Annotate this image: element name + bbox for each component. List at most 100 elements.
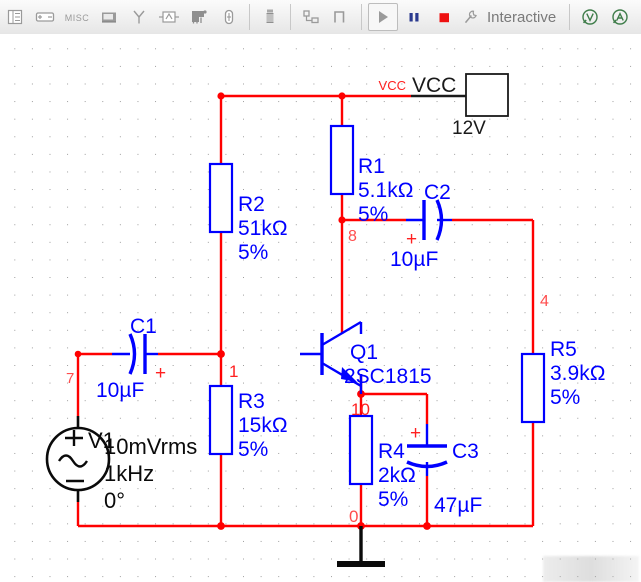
watermark bbox=[543, 556, 639, 582]
misc-icon[interactable]: MISC bbox=[61, 3, 93, 31]
resistor-r5[interactable] bbox=[520, 352, 546, 424]
resistor-r4-tolerance: 5% bbox=[378, 488, 408, 511]
capacitor-c2-ref: C2 bbox=[424, 181, 451, 204]
resistor-r4-value: 2kΩ bbox=[378, 464, 416, 487]
resistor-r2-ref: R2 bbox=[238, 193, 265, 216]
toolbar-separator-3 bbox=[361, 4, 362, 30]
vcc-value-label: 12V bbox=[452, 118, 486, 139]
resistor-r2-body bbox=[208, 162, 234, 234]
misc-icon-svg: MISC bbox=[65, 13, 90, 23]
simulation-mode-label: Interactive bbox=[487, 8, 557, 26]
resistor-r5-ref: R5 bbox=[550, 338, 577, 361]
mixed-icon[interactable] bbox=[297, 3, 325, 31]
junction-vcc-r1 bbox=[338, 92, 346, 100]
junction-node8 bbox=[338, 216, 346, 224]
toolbar-group-misc-digital bbox=[255, 0, 285, 34]
stop-icon bbox=[439, 12, 449, 22]
basic-battery-icon[interactable] bbox=[31, 3, 59, 31]
voltage-source-v1-frequency: 1kHz bbox=[104, 461, 154, 486]
resistor-r1-tolerance: 5% bbox=[358, 203, 388, 226]
toolbar-separator-1 bbox=[249, 4, 250, 30]
resistor-r1-value: 5.1kΩ bbox=[358, 179, 413, 202]
resistor-r1-body bbox=[329, 124, 355, 196]
resistor-r3[interactable] bbox=[208, 384, 234, 456]
diode-icon-svg bbox=[102, 12, 116, 23]
node-label-10: 10 bbox=[351, 400, 370, 419]
pause-icon bbox=[409, 13, 419, 22]
antenna-icon-svg bbox=[133, 10, 145, 24]
main-toolbar: MISC Interactive bbox=[0, 0, 641, 35]
capacitor-c2-value: 10µF bbox=[390, 248, 438, 271]
toolbar-group-parts: MISC bbox=[0, 0, 244, 34]
junction-gnd-c3 bbox=[423, 522, 431, 530]
diode-icon[interactable] bbox=[95, 3, 123, 31]
toolbar-group-probes bbox=[575, 0, 641, 34]
tti-icon[interactable] bbox=[185, 3, 213, 31]
resistor-r3-body bbox=[208, 384, 234, 456]
vcc-body bbox=[465, 73, 509, 117]
capacitor-c1-ref: C1 bbox=[130, 315, 157, 338]
ground-symbol[interactable] bbox=[337, 526, 385, 567]
resistor-r2-tolerance: 5% bbox=[238, 241, 268, 264]
toolbar-separator-2 bbox=[290, 4, 291, 30]
resistor-r3-value: 15kΩ bbox=[238, 414, 288, 437]
resistor-r4-body bbox=[348, 414, 374, 486]
junction-node7 bbox=[74, 350, 82, 358]
voltage-source-v1-amplitude: 10mVrms bbox=[104, 434, 197, 459]
toolbar-group-simulation: Interactive bbox=[367, 0, 556, 34]
stop-button[interactable] bbox=[430, 3, 458, 31]
mixed-icon-svg bbox=[303, 10, 319, 24]
vcc-net-label: VCC bbox=[379, 78, 406, 93]
ammeter-probe-icon[interactable] bbox=[606, 3, 634, 31]
tti-icon-svg bbox=[192, 10, 207, 24]
capacitor-c1-curved-plate bbox=[128, 333, 137, 375]
basic-battery-icon-svg bbox=[35, 12, 55, 22]
analog-icon[interactable] bbox=[155, 3, 183, 31]
sources-toolbar-icon-svg bbox=[7, 9, 23, 25]
capacitor-c3-polarity: + bbox=[410, 423, 421, 444]
resistor-r5-tolerance: 5% bbox=[550, 386, 580, 409]
sources-toolbar-icon[interactable] bbox=[1, 3, 29, 31]
antenna-icon[interactable] bbox=[125, 3, 153, 31]
junction-gnd-left bbox=[217, 522, 225, 530]
resistor-r2[interactable] bbox=[208, 162, 234, 234]
cmos-icon[interactable] bbox=[215, 3, 243, 31]
node-label-4: 4 bbox=[540, 293, 549, 310]
resistor-r1[interactable] bbox=[329, 124, 355, 196]
transistor-q1-ref: Q1 bbox=[350, 341, 378, 364]
toolbar-group-mixed bbox=[296, 0, 356, 34]
ammeter-probe-icon-svg bbox=[612, 9, 628, 25]
capacitor-c1[interactable] bbox=[112, 333, 158, 375]
node-label-8: 8 bbox=[348, 228, 357, 245]
node-label-1: 1 bbox=[229, 362, 238, 381]
schematic-canvas[interactable]: VCC VCC 12V R1 5.1kΩ 5% R2 51kΩ 5% R3 15… bbox=[0, 34, 641, 582]
circuit-schematic[interactable]: VCC VCC 12V R1 5.1kΩ 5% R2 51kΩ 5% R3 15… bbox=[0, 34, 641, 582]
cmos-icon-svg bbox=[224, 9, 234, 25]
wrench-icon bbox=[464, 10, 477, 24]
node-label-0: 0 bbox=[349, 507, 358, 526]
capacitor-c3-value: 47µF bbox=[434, 494, 482, 517]
resistor-r3-ref: R3 bbox=[238, 390, 265, 413]
misc-digital-icon[interactable] bbox=[256, 3, 284, 31]
resistor-r4-ref: R4 bbox=[378, 440, 405, 463]
vcc-ref-label: VCC bbox=[412, 74, 456, 97]
play-icon bbox=[379, 11, 388, 23]
resistor-r1-ref: R1 bbox=[358, 155, 385, 178]
toolbar-separator-4 bbox=[569, 4, 570, 30]
analog-icon-svg bbox=[159, 11, 179, 23]
capacitor-c1-polarity: + bbox=[155, 363, 166, 384]
resistor-r5-value: 3.9kΩ bbox=[550, 362, 605, 385]
resistor-r4[interactable] bbox=[348, 414, 374, 486]
run-button[interactable] bbox=[368, 3, 398, 31]
capacitor-c3-ref: C3 bbox=[452, 440, 479, 463]
pause-button[interactable] bbox=[400, 3, 428, 31]
transistor-q1-part: 2SC1815 bbox=[344, 365, 432, 388]
simulation-mode-icon[interactable] bbox=[460, 3, 482, 31]
voltage-source-v1-phase: 0° bbox=[104, 488, 125, 513]
indicator-step-icon[interactable] bbox=[327, 3, 355, 31]
voltmeter-probe-icon[interactable] bbox=[576, 3, 604, 31]
junction-node1 bbox=[217, 350, 225, 358]
svg-text:MISC: MISC bbox=[65, 13, 90, 23]
voltmeter-probe-icon-svg bbox=[582, 9, 598, 25]
junction-vcc-left bbox=[217, 92, 225, 100]
